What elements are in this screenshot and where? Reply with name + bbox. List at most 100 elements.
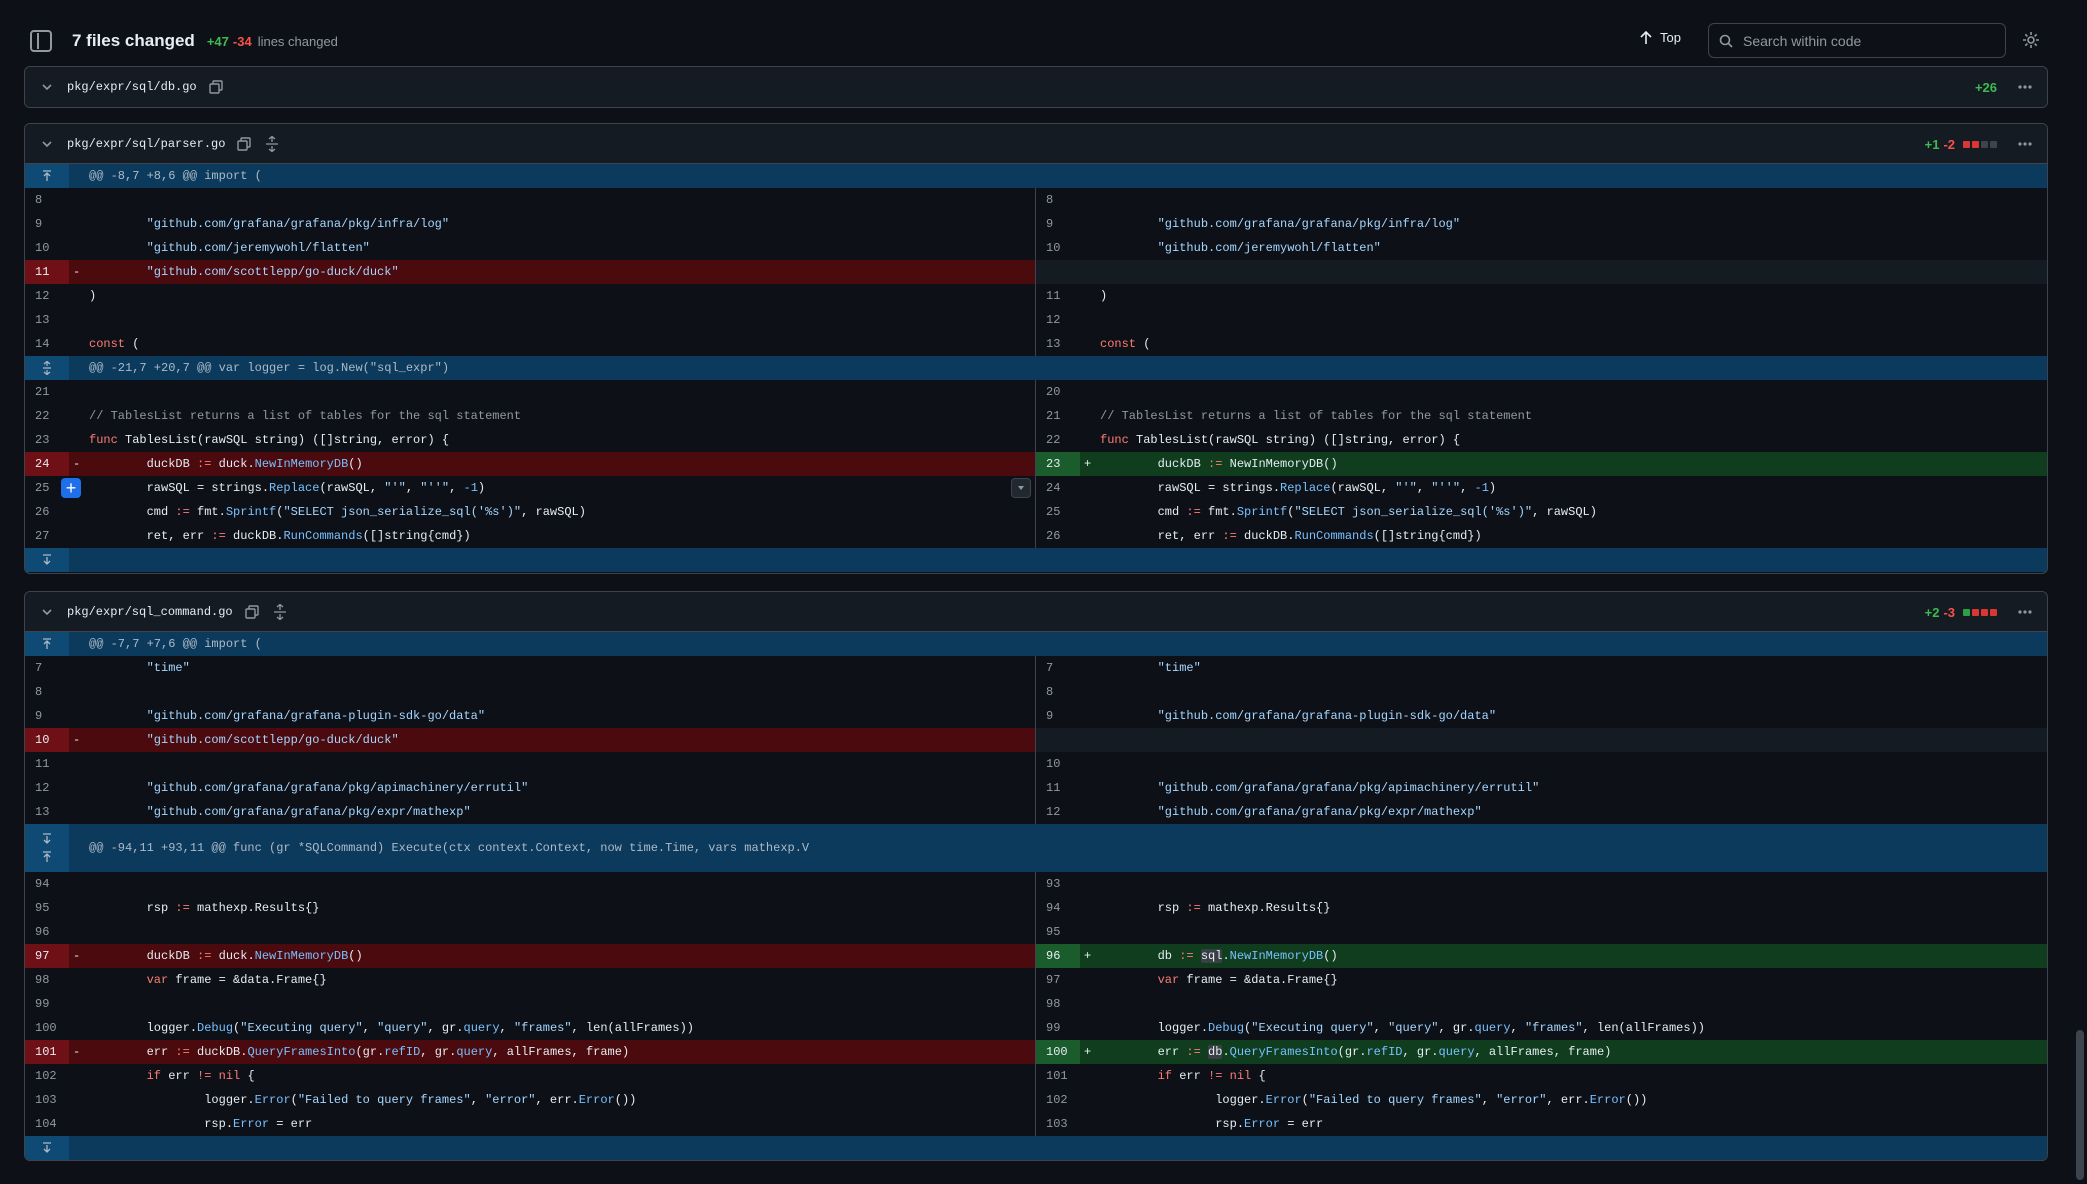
line-number[interactable]: 26 [1036, 524, 1080, 548]
expand-both-icon[interactable] [25, 356, 69, 380]
expand-both-icon[interactable] [25, 824, 69, 872]
line-number[interactable]: 97 [1036, 968, 1080, 992]
line-number[interactable]: 104 [25, 1112, 69, 1136]
line-number[interactable]: 102 [1036, 1088, 1080, 1112]
expand-up-icon[interactable] [25, 164, 69, 188]
line-number[interactable]: 9 [25, 704, 69, 728]
line-number[interactable]: 22 [25, 404, 69, 428]
expand-all-icon[interactable] [265, 135, 279, 152]
line-number[interactable]: 8 [1036, 680, 1080, 704]
line-number[interactable]: 11 [25, 752, 69, 776]
line-number[interactable]: 23 [25, 428, 69, 452]
line-number[interactable]: 95 [25, 896, 69, 920]
line-number[interactable]: 100 [1036, 1040, 1080, 1064]
code-line: rsp := mathexp.Results{} [1100, 901, 1331, 915]
line-number[interactable]: 99 [1036, 1016, 1080, 1040]
gear-icon[interactable] [2022, 31, 2040, 49]
line-number[interactable]: 94 [1036, 896, 1080, 920]
kebab-menu-icon[interactable] [2017, 79, 2033, 95]
chevron-down-icon[interactable] [41, 606, 53, 618]
scrollbar-track[interactable] [2073, 0, 2087, 1184]
line-number[interactable]: 10 [25, 236, 69, 260]
copy-icon[interactable] [208, 80, 223, 94]
line-number[interactable]: 26 [25, 500, 69, 524]
top-button[interactable]: Top [1640, 30, 1681, 45]
right-pane: 99 logger.Debug("Executing query", "quer… [1036, 1016, 2047, 1040]
diff-marker [1080, 1016, 1100, 1040]
kebab-menu-icon[interactable] [2017, 136, 2033, 152]
line-number[interactable]: 22 [1036, 428, 1080, 452]
line-number[interactable]: 98 [25, 968, 69, 992]
expand-down-icon[interactable] [25, 1136, 69, 1160]
file-name[interactable]: pkg/expr/sql_command.go [67, 605, 233, 619]
file-name[interactable]: pkg/expr/sql/parser.go [67, 137, 225, 151]
line-number[interactable]: 7 [25, 656, 69, 680]
add-comment-button[interactable]: + [61, 478, 81, 498]
line-menu-button[interactable] [1011, 478, 1031, 498]
line-number[interactable]: 11 [25, 260, 69, 284]
copy-icon[interactable] [244, 604, 259, 619]
kebab-menu-icon[interactable] [2017, 604, 2033, 620]
line-number[interactable]: 21 [25, 380, 69, 404]
sidebar-toggle-icon[interactable] [30, 30, 52, 52]
line-number[interactable]: 98 [1036, 992, 1080, 1016]
line-number[interactable]: 12 [25, 284, 69, 308]
chevron-down-icon[interactable] [41, 138, 53, 150]
line-number[interactable]: 12 [1036, 800, 1080, 824]
line-number[interactable]: 96 [1036, 944, 1080, 968]
line-number[interactable]: 93 [1036, 872, 1080, 896]
left-pane: 23 func TablesList(rawSQL string) ([]stri… [25, 428, 1036, 452]
line-number[interactable]: 9 [25, 212, 69, 236]
diff-row: 8 8 [25, 188, 2047, 212]
line-number[interactable]: 94 [25, 872, 69, 896]
line-number[interactable]: 13 [25, 800, 69, 824]
line-number[interactable]: 99 [25, 992, 69, 1016]
diff-row-deleted: 11- "github.com/scottlepp/go-duck/duck" [25, 260, 2047, 284]
file-name[interactable]: pkg/expr/sql/db.go [67, 80, 197, 94]
line-number[interactable]: 13 [1036, 332, 1080, 356]
line-number[interactable]: 10 [1036, 752, 1080, 776]
line-number[interactable]: 11 [1036, 284, 1080, 308]
line-number[interactable]: 24 [1036, 476, 1080, 500]
line-number[interactable]: 20 [1036, 380, 1080, 404]
left-pane: 97- duckDB := duck.NewInMemoryDB() [25, 944, 1036, 968]
line-number[interactable]: 13 [25, 308, 69, 332]
line-number[interactable]: 12 [25, 776, 69, 800]
line-number[interactable]: 12 [1036, 308, 1080, 332]
expand-down-icon[interactable] [25, 548, 69, 572]
line-number[interactable]: 101 [1036, 1064, 1080, 1088]
line-number[interactable]: 8 [25, 680, 69, 704]
line-number[interactable]: 103 [1036, 1112, 1080, 1136]
line-number[interactable]: 9 [1036, 212, 1080, 236]
line-number[interactable]: 27 [25, 524, 69, 548]
line-number[interactable]: 7 [1036, 656, 1080, 680]
expand-all-icon[interactable] [273, 603, 287, 620]
line-number[interactable]: 95 [1036, 920, 1080, 944]
line-number[interactable]: 21 [1036, 404, 1080, 428]
search-input[interactable] [1743, 32, 1983, 49]
line-number[interactable]: 8 [25, 188, 69, 212]
line-number[interactable]: 103 [25, 1088, 69, 1112]
line-number[interactable]: 100 [25, 1016, 69, 1040]
right-pane: 21 // TablesList returns a list of tables… [1036, 404, 2047, 428]
line-number[interactable]: 97 [25, 944, 69, 968]
line-number[interactable]: 23 [1036, 452, 1080, 476]
line-number[interactable]: 10 [1036, 236, 1080, 260]
line-number[interactable]: 96 [25, 920, 69, 944]
copy-icon[interactable] [237, 136, 252, 151]
line-number[interactable]: 11 [1036, 776, 1080, 800]
scrollbar-thumb[interactable] [2076, 1030, 2084, 1180]
line-number[interactable]: 102 [25, 1064, 69, 1088]
expand-up-icon[interactable] [25, 632, 69, 656]
line-number[interactable]: 101 [25, 1040, 69, 1064]
line-number[interactable]: 24 [25, 452, 69, 476]
line-number[interactable]: 14 [25, 332, 69, 356]
line-number[interactable]: 8 [1036, 188, 1080, 212]
right-pane: 13 const ( [1036, 332, 2047, 356]
line-number[interactable]: 9 [1036, 704, 1080, 728]
chevron-down-icon[interactable] [41, 81, 53, 93]
search-within-code[interactable] [1708, 23, 2006, 58]
line-number[interactable]: 25 [1036, 500, 1080, 524]
line-number[interactable]: 10 [25, 728, 69, 752]
